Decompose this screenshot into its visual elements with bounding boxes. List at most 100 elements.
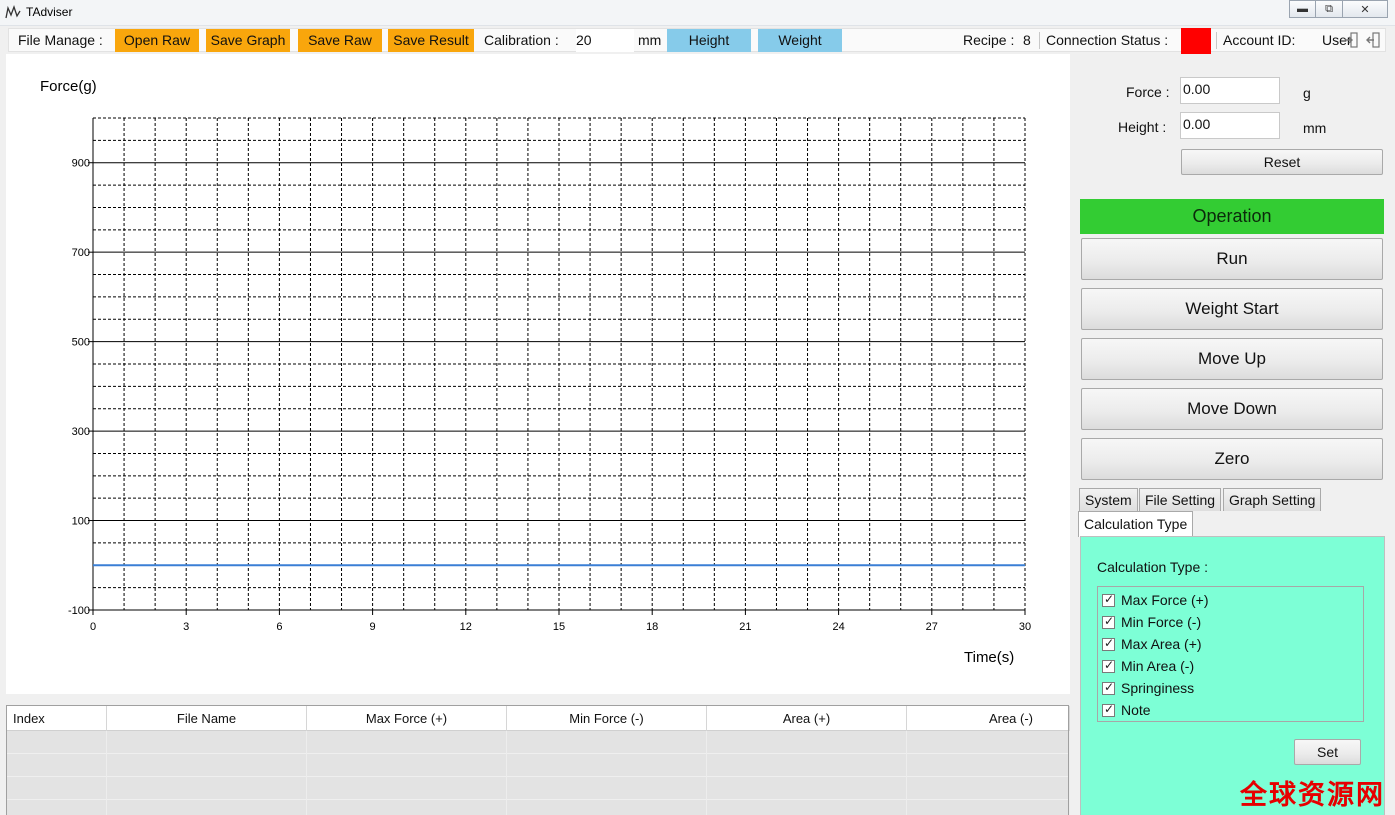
calc-option[interactable]: Max Force (+) [1102, 589, 1209, 611]
reset-button[interactable]: Reset [1181, 149, 1383, 175]
calc-option-label: Note [1121, 702, 1151, 718]
minimize-button[interactable]: ▬ [1289, 0, 1316, 18]
save-graph-button[interactable]: Save Graph [206, 29, 290, 52]
table-row[interactable] [7, 731, 1070, 754]
connection-status-label: Connection Status : [1046, 32, 1169, 48]
checkbox-checked-icon[interactable] [1102, 636, 1115, 651]
table-cell [507, 754, 707, 777]
move-down-button[interactable]: Move Down [1081, 388, 1383, 430]
checkbox-checked-icon[interactable] [1102, 592, 1115, 607]
open-raw-button[interactable]: Open Raw [115, 29, 199, 52]
calc-option[interactable]: Min Force (-) [1102, 611, 1201, 633]
table-row[interactable] [7, 800, 1070, 815]
table-header-cell[interactable]: File Name [107, 706, 307, 731]
table-header: Index File Name Max Force (+) Min Force (-)… [7, 706, 1070, 731]
y-tick-label: 500 [72, 337, 90, 349]
x-tick-label: 3 [183, 621, 189, 633]
y-tick-label: 700 [72, 247, 90, 259]
calc-option[interactable]: Springiness [1102, 677, 1194, 699]
x-tick-label: 24 [832, 621, 844, 633]
table-cell [907, 731, 1070, 754]
login-icon[interactable] [1344, 32, 1358, 48]
y-tick-label: 300 [72, 426, 90, 438]
calc-option[interactable]: Min Area (-) [1102, 655, 1194, 677]
calc-option-label: Max Area (+) [1121, 636, 1202, 652]
toolbar-separator [1216, 32, 1217, 49]
table-cell [7, 731, 107, 754]
table-cell [907, 800, 1070, 815]
watermark: 全球资源网 [1240, 780, 1385, 811]
toolbar: File Manage : Open Raw Save Graph Save R… [8, 28, 1386, 54]
maximize-button[interactable]: ⧉ [1316, 0, 1343, 18]
height-button[interactable]: Height [667, 29, 751, 52]
table-cell [307, 777, 507, 800]
table-cell [307, 800, 507, 815]
minimize-icon: ▬ [1297, 3, 1308, 15]
x-tick-label: 0 [90, 621, 96, 633]
table-header-cell[interactable]: Max Force (+) [307, 706, 507, 731]
table-cell [107, 800, 307, 815]
calc-option-label: Springiness [1121, 680, 1195, 696]
calculation-type-title: Calculation Type : [1097, 559, 1209, 575]
force-readout-field[interactable]: 0.00 [1180, 77, 1280, 104]
table-cell [107, 777, 307, 800]
results-table[interactable]: Index File Name Max Force (+) Min Force (-)… [6, 705, 1070, 815]
weight-start-button[interactable]: Weight Start [1081, 288, 1383, 330]
y-tick-label: 900 [72, 158, 90, 170]
toolbar-separator [1039, 32, 1040, 49]
x-tick-label: 12 [460, 621, 472, 633]
calc-option[interactable]: Max Area (+) [1102, 633, 1202, 655]
restore-icon: ⧉ [1325, 2, 1333, 15]
calc-option-label: Min Force (-) [1121, 614, 1202, 630]
chart-ticks: 0 3 6 9 12 15 18 21 24 27 30 -100 100 300 500 700 900 [68, 158, 1031, 633]
table-cell [7, 800, 107, 815]
checkbox-checked-icon[interactable] [1102, 680, 1115, 695]
save-raw-button[interactable]: Save Raw [298, 29, 382, 52]
calc-option[interactable]: Note [1102, 699, 1151, 721]
checkbox-checked-icon[interactable] [1102, 702, 1115, 717]
table-row[interactable] [7, 754, 1070, 777]
calibration-label: Calibration : [484, 32, 559, 48]
table-cell [707, 731, 907, 754]
tab-file-setting[interactable]: File Setting [1139, 488, 1222, 511]
weight-button[interactable]: Weight [758, 29, 842, 52]
window-title: TAdviser [26, 5, 73, 19]
tab-system[interactable]: System [1079, 488, 1138, 511]
set-button[interactable]: Set [1294, 739, 1361, 765]
save-result-button[interactable]: Save Result [388, 29, 474, 52]
y-tick-label: -100 [68, 605, 90, 617]
chart-panel: 0 3 6 9 12 15 18 21 24 27 30 -100 100 300 500 700 900 Fo… [6, 54, 1070, 694]
x-axis-label: Time(s) [964, 649, 1014, 666]
table-cell [707, 754, 907, 777]
table-cell [907, 777, 1070, 800]
tab-graph-setting[interactable]: Graph Setting [1223, 488, 1322, 511]
table-row[interactable] [7, 777, 1070, 800]
table-cell [507, 777, 707, 800]
account-id-label: Account ID: [1223, 32, 1296, 48]
move-up-button[interactable]: Move Up [1081, 338, 1383, 380]
calculation-type-list: Max Force (+) Min Force (-) Max Area (+) Mi… [1097, 586, 1364, 722]
table-header-cell[interactable]: Area (+) [707, 706, 907, 731]
calc-option-label: Min Area (-) [1121, 658, 1195, 674]
close-icon: ✕ [1360, 3, 1370, 16]
close-button[interactable]: ✕ [1343, 0, 1388, 18]
checkbox-checked-icon[interactable] [1102, 614, 1115, 629]
table-header-cell[interactable]: Index [7, 706, 107, 731]
operation-header: Operation [1080, 199, 1384, 234]
table-header-cell[interactable]: Min Force (-) [507, 706, 707, 731]
table-cell [107, 754, 307, 777]
checkbox-checked-icon[interactable] [1102, 658, 1115, 673]
height-unit: mm [1303, 120, 1327, 136]
table-header-cell[interactable]: Area (-) [907, 706, 1070, 731]
tab-calculation-type[interactable]: Calculation Type [1078, 511, 1194, 537]
chart-grid [92, 117, 1026, 611]
x-tick-label: 9 [370, 621, 376, 633]
force-unit: g [1303, 85, 1311, 101]
logout-icon[interactable] [1366, 32, 1380, 48]
height-label: Height : [1118, 119, 1167, 135]
height-readout-field[interactable]: 0.00 [1180, 112, 1280, 139]
table-cell [507, 731, 707, 754]
zero-button[interactable]: Zero [1081, 438, 1383, 480]
calibration-input[interactable]: 20 [576, 29, 634, 52]
run-button[interactable]: Run [1081, 238, 1383, 280]
